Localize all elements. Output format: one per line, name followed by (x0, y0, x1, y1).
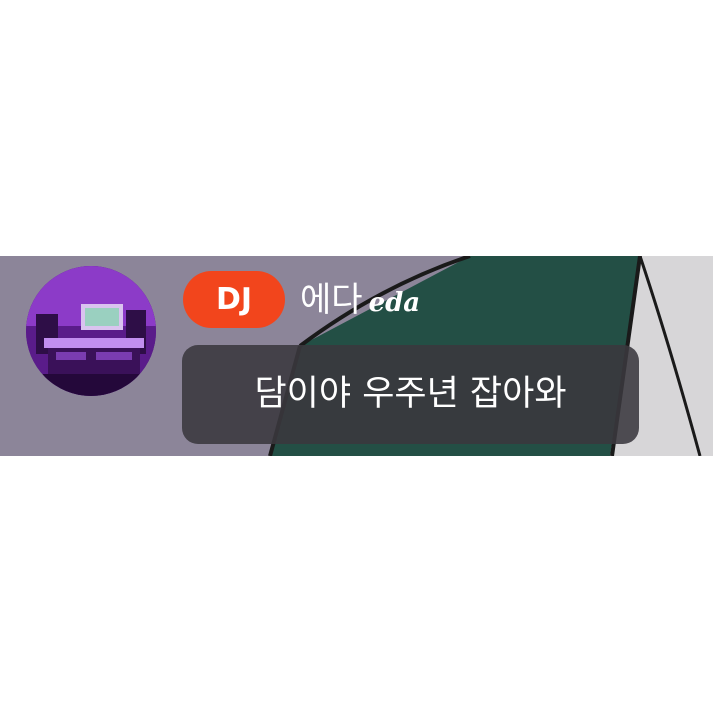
message-bubble[interactable]: 담이야 우주년 잡아와 (182, 345, 639, 444)
chat-message-row: DJ 에다 eda 담이야 우주년 잡아와 (0, 256, 713, 456)
user-avatar[interactable] (26, 266, 156, 396)
screenshot-frame: DJ 에다 eda 담이야 우주년 잡아와 (0, 0, 713, 713)
username-latin: eda (368, 288, 421, 318)
role-badge-dj: DJ (183, 271, 285, 328)
username[interactable]: 에다 eda (300, 274, 420, 326)
studio-photo-avatar-icon (26, 266, 156, 396)
message-text: 담이야 우주년 잡아와 (254, 374, 567, 414)
username-korean: 에다 (300, 280, 363, 320)
